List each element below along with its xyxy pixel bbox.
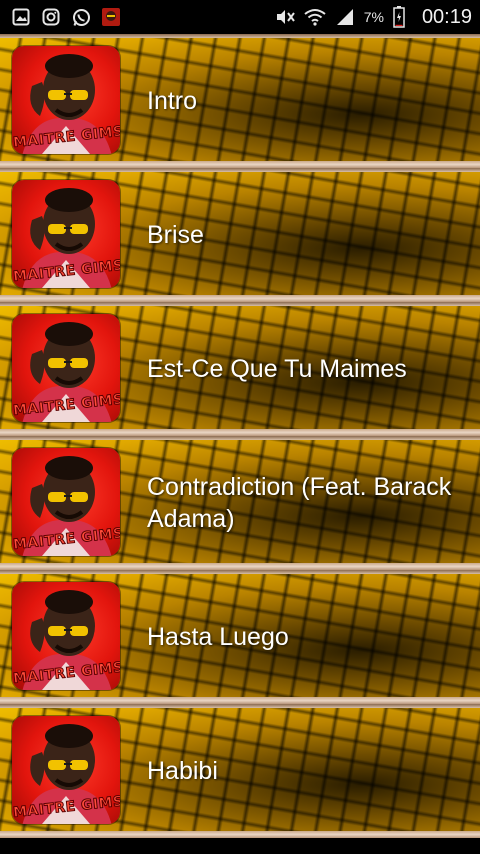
album-cover: MAITRE GIMS [12,716,120,824]
clock: 00:19 [421,5,472,28]
instagram-icon [40,6,62,28]
album-cover: MAITRE GIMS [12,314,120,422]
song-row-3[interactable]: MAITRE GIMS Est-Ce Que Tu Maimes [0,302,480,436]
song-title: Intro [147,87,198,115]
song-title: Hasta Luego [147,623,289,651]
song-list: MAITRE GIMS Intro MAITRE GIMS Brise MAIT… [0,34,480,854]
battery-percent: 7% [363,9,384,25]
mute-icon [274,6,296,28]
song-row-4[interactable]: MAITRE GIMS Contradiction (Feat. Barack … [0,436,480,570]
album-cover: MAITRE GIMS [12,448,120,556]
album-cover: MAITRE GIMS [12,180,120,288]
signal-icon [334,6,356,28]
whatsapp-icon [70,6,92,28]
battery-icon [388,6,410,28]
album-cover: MAITRE GIMS [12,582,120,690]
album-cover: MAITRE GIMS [12,46,120,154]
song-title: Brise [147,221,204,249]
song-title: Est-Ce Que Tu Maimes [147,355,407,383]
status-bar: 7% 00:19 [0,0,480,34]
screen: 7% 00:19 MAITRE GIMS Intro MAITRE GIMS B… [0,0,480,854]
status-bar-left [10,6,122,28]
song-title: Contradiction (Feat. Barack Adama) [147,473,452,533]
wifi-icon [304,6,326,28]
song-row-5[interactable]: MAITRE GIMS Hasta Luego [0,570,480,704]
app-icon [100,6,122,28]
song-row-1[interactable]: MAITRE GIMS Intro [0,34,480,168]
status-bar-right: 7% 00:19 [274,6,472,29]
song-row-6[interactable]: MAITRE GIMS Habibi [0,704,480,838]
gallery-icon [10,6,32,28]
song-title: Habibi [147,757,218,785]
song-row-2[interactable]: MAITRE GIMS Brise [0,168,480,302]
